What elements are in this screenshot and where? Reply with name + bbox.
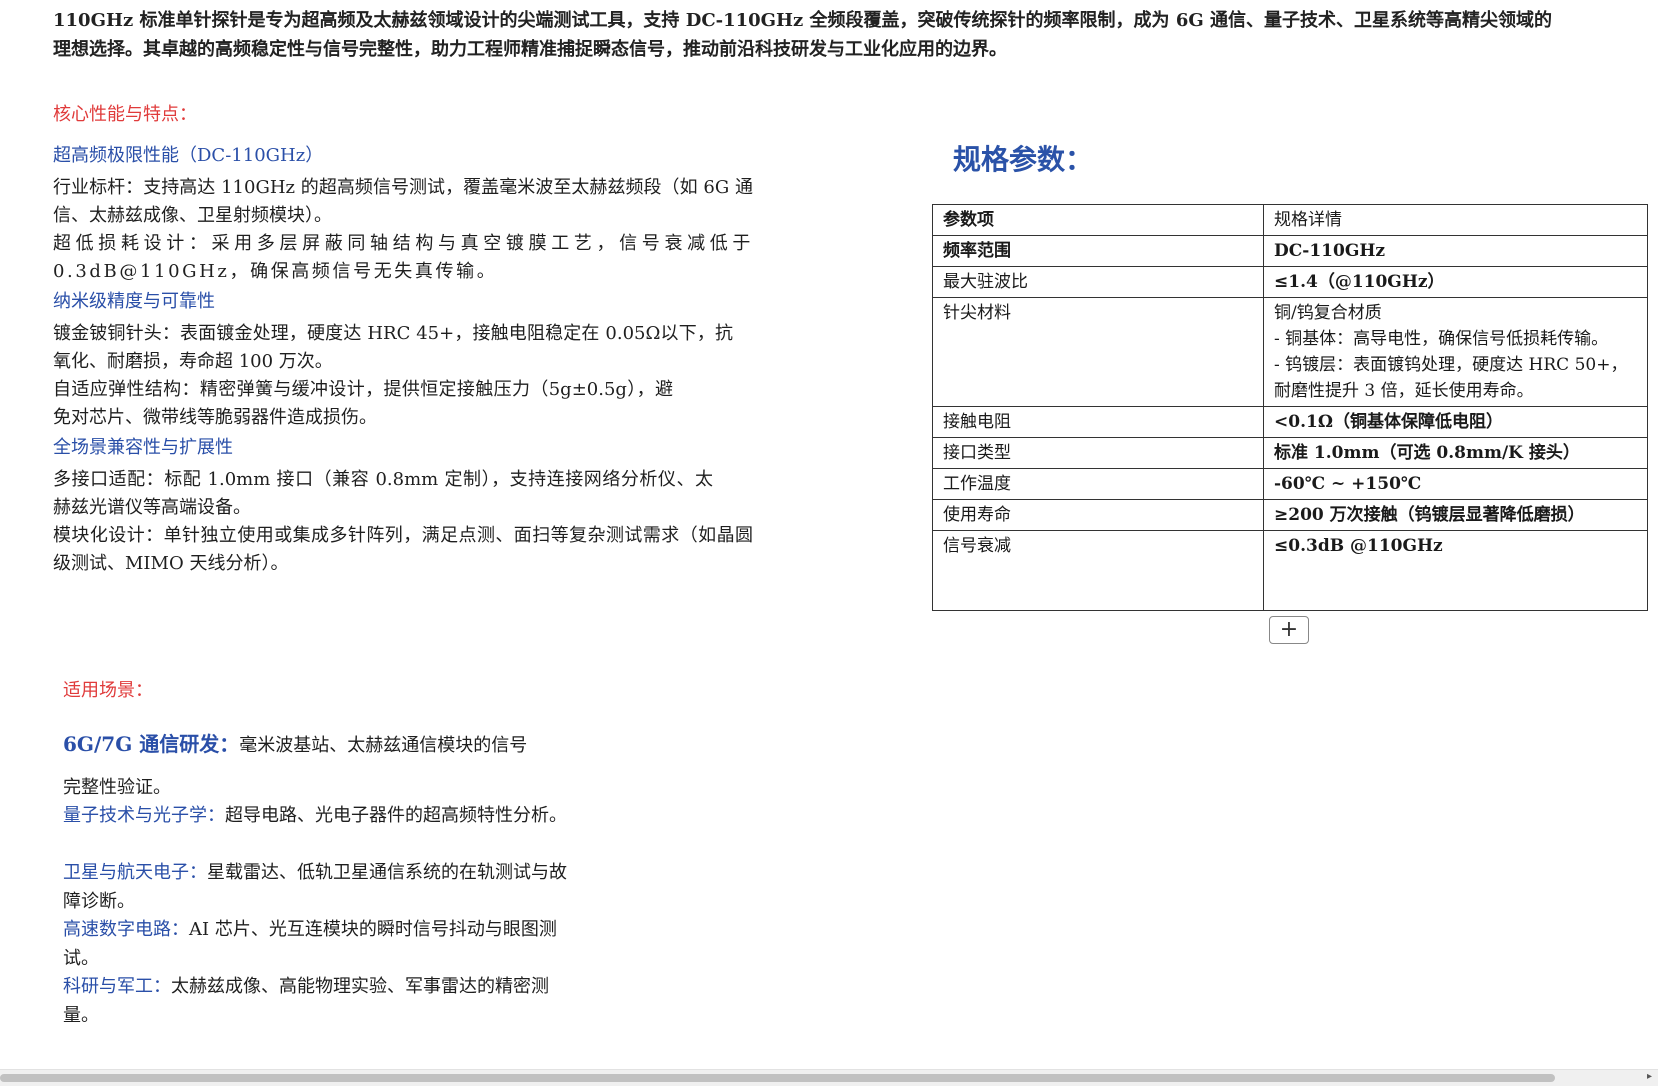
table-cell-value: <0.1Ω（铜基体保障低电阻）: [1263, 406, 1648, 438]
features-heading: 核心性能与特点：: [53, 104, 197, 125]
table-row: 接触电阻 <0.1Ω（铜基体保障低电阻）: [932, 406, 1648, 438]
horizontal-scrollbar[interactable]: ▸: [0, 1069, 1658, 1086]
table-header-cell: 规格详情: [1263, 204, 1648, 236]
scene-item: 6G/7G 通信研发：毫米波基站、太赫兹通信模块的信号: [63, 730, 583, 760]
table-cell-key: 接口类型: [932, 437, 1264, 469]
feature-block: 全场景兼容性与扩展性 多接口适配：标配 1.0mm 接口（兼容 0.8mm 定制…: [53, 434, 753, 578]
table-cell-value: 铜/钨复合材质 - 铜基体：高导电性，确保信号低损耗传输。 - 钨镀层：表面镀钨…: [1263, 297, 1648, 407]
spec-title: 规格参数：: [953, 143, 1094, 176]
intro-paragraph: 110GHz 标准单针探针是专为超高频及太赫兹领域设计的尖端测试工具，支持 DC…: [53, 10, 1552, 60]
table-cell-line: 铜/钨复合材质: [1274, 303, 1382, 323]
table-cell-key: 频率范围: [932, 235, 1264, 267]
scene-item: 卫星与航天电子：星载雷达、低轨卫星通信系统的在轨测试与故障诊断。: [63, 858, 583, 916]
table-row: 针尖材料 铜/钨复合材质 - 铜基体：高导电性，确保信号低损耗传输。 - 钨镀层…: [932, 297, 1648, 407]
table-header-cell: 参数项: [932, 204, 1264, 236]
table-cell-value: -60℃ ~ +150℃: [1263, 468, 1648, 500]
feature-block: 超高频极限性能（DC-110GHz） 行业标杆：支持高达 110GHz 的超高频…: [53, 142, 753, 286]
scene-item: 量子技术与光子学：超导电路、光电子器件的超高频特性分析。: [63, 801, 583, 830]
table-cell-key: 接触电阻: [932, 406, 1264, 438]
table-cell-value: ≤0.3dB @110GHz: [1263, 530, 1648, 611]
table-row: 频率范围 DC-110GHz: [932, 235, 1648, 267]
feature-paragraph: 超低损耗设计：采用多层屏蔽同轴结构与真空镀膜工艺，信号衰减低于 0.3dB@11…: [53, 233, 753, 282]
table-row: 信号衰减 ≤0.3dB @110GHz: [932, 530, 1648, 611]
table-cell-key: 使用寿命: [932, 499, 1264, 531]
table-cell-value: 标准 1.0mm（可选 0.8mm/K 接头）: [1263, 437, 1648, 469]
table-cell-key: 工作温度: [932, 468, 1264, 500]
scenes-heading: 适用场景：: [63, 680, 153, 701]
scroll-right-arrow-icon[interactable]: ▸: [1647, 1071, 1652, 1082]
scene-label: 科研与军工：: [63, 976, 171, 997]
feature-paragraph: 多接口适配：标配 1.0mm 接口（兼容 0.8mm 定制），支持连接网络分析仪…: [53, 469, 713, 518]
scene-label: 卫星与航天电子：: [63, 862, 207, 883]
table-cell-key: 信号衰减: [932, 530, 1264, 611]
scene-item: 高速数字电路：AI 芯片、光互连模块的瞬时信号抖动与眼图测试。: [63, 915, 583, 973]
add-row-button[interactable]: +: [1269, 616, 1309, 644]
table-cell-value: DC-110GHz: [1263, 235, 1648, 267]
spec-table: 参数项 规格详情 频率范围 DC-110GHz 最大驻波比 ≤1.4（@110G…: [932, 204, 1648, 611]
table-cell-value: ≥200 万次接触（钨镀层显著降低磨损）: [1263, 499, 1648, 531]
feature-paragraph: 模块化设计：单针独立使用或集成多针阵列，满足点测、面扫等复杂测试需求（如晶圆级测…: [53, 525, 753, 574]
scene-text: 毫米波基站、太赫兹通信模块的信号: [239, 735, 528, 756]
feature-title: 超高频极限性能（DC-110GHz）: [53, 145, 324, 166]
features-section: 超高频极限性能（DC-110GHz） 行业标杆：支持高达 110GHz 的超高频…: [53, 142, 753, 578]
table-cell-value: ≤1.4（@110GHz）: [1263, 266, 1648, 298]
table-row: 使用寿命 ≥200 万次接触（钨镀层显著降低磨损）: [932, 499, 1648, 531]
table-cell-line: - 铜基体：高导电性，确保信号低损耗传输。: [1274, 329, 1609, 349]
scene-label: 量子技术与光子学：: [63, 805, 225, 826]
scrollbar-thumb[interactable]: [0, 1074, 1555, 1082]
table-row: 最大驻波比 ≤1.4（@110GHz）: [932, 266, 1648, 298]
table-row: 工作温度 -60℃ ~ +150℃: [932, 468, 1648, 500]
feature-paragraph: 行业标杆：支持高达 110GHz 的超高频信号测试，覆盖毫米波至太赫兹频段（如 …: [53, 177, 753, 226]
feature-paragraph: 自适应弹性结构：精密弹簧与缓冲设计，提供恒定接触压力（5g±0.5g），避免对芯…: [53, 379, 673, 428]
table-row: 接口类型 标准 1.0mm（可选 0.8mm/K 接头）: [932, 437, 1648, 469]
feature-title: 纳米级精度与可靠性: [53, 291, 215, 312]
feature-paragraph: 镀金铍铜针头：表面镀金处理，硬度达 HRC 45+，接触电阻稳定在 0.05Ω以…: [53, 323, 733, 372]
table-cell-key: 针尖材料: [932, 297, 1264, 407]
scene-text: 超导电路、光电子器件的超高频特性分析。: [225, 805, 567, 826]
feature-title: 全场景兼容性与扩展性: [53, 437, 233, 458]
scene-item-continuation: 完整性验证。: [63, 773, 583, 802]
scene-item: 科研与军工：太赫兹成像、高能物理实验、军事雷达的精密测量。: [63, 972, 583, 1030]
table-cell-key: 最大驻波比: [932, 266, 1264, 298]
table-cell-line: - 钨镀层：表面镀钨处理，硬度达 HRC 50+，耐磨性提升 3 倍，延长使用寿…: [1274, 355, 1628, 401]
scene-label: 6G/7G 通信研发：: [63, 732, 240, 756]
feature-block: 纳米级精度与可靠性 镀金铍铜针头：表面镀金处理，硬度达 HRC 45+，接触电阻…: [53, 288, 753, 432]
table-header-row: 参数项 规格详情: [932, 204, 1648, 236]
scene-label: 高速数字电路：: [63, 919, 189, 940]
scene-text: 完整性验证。: [63, 777, 171, 798]
